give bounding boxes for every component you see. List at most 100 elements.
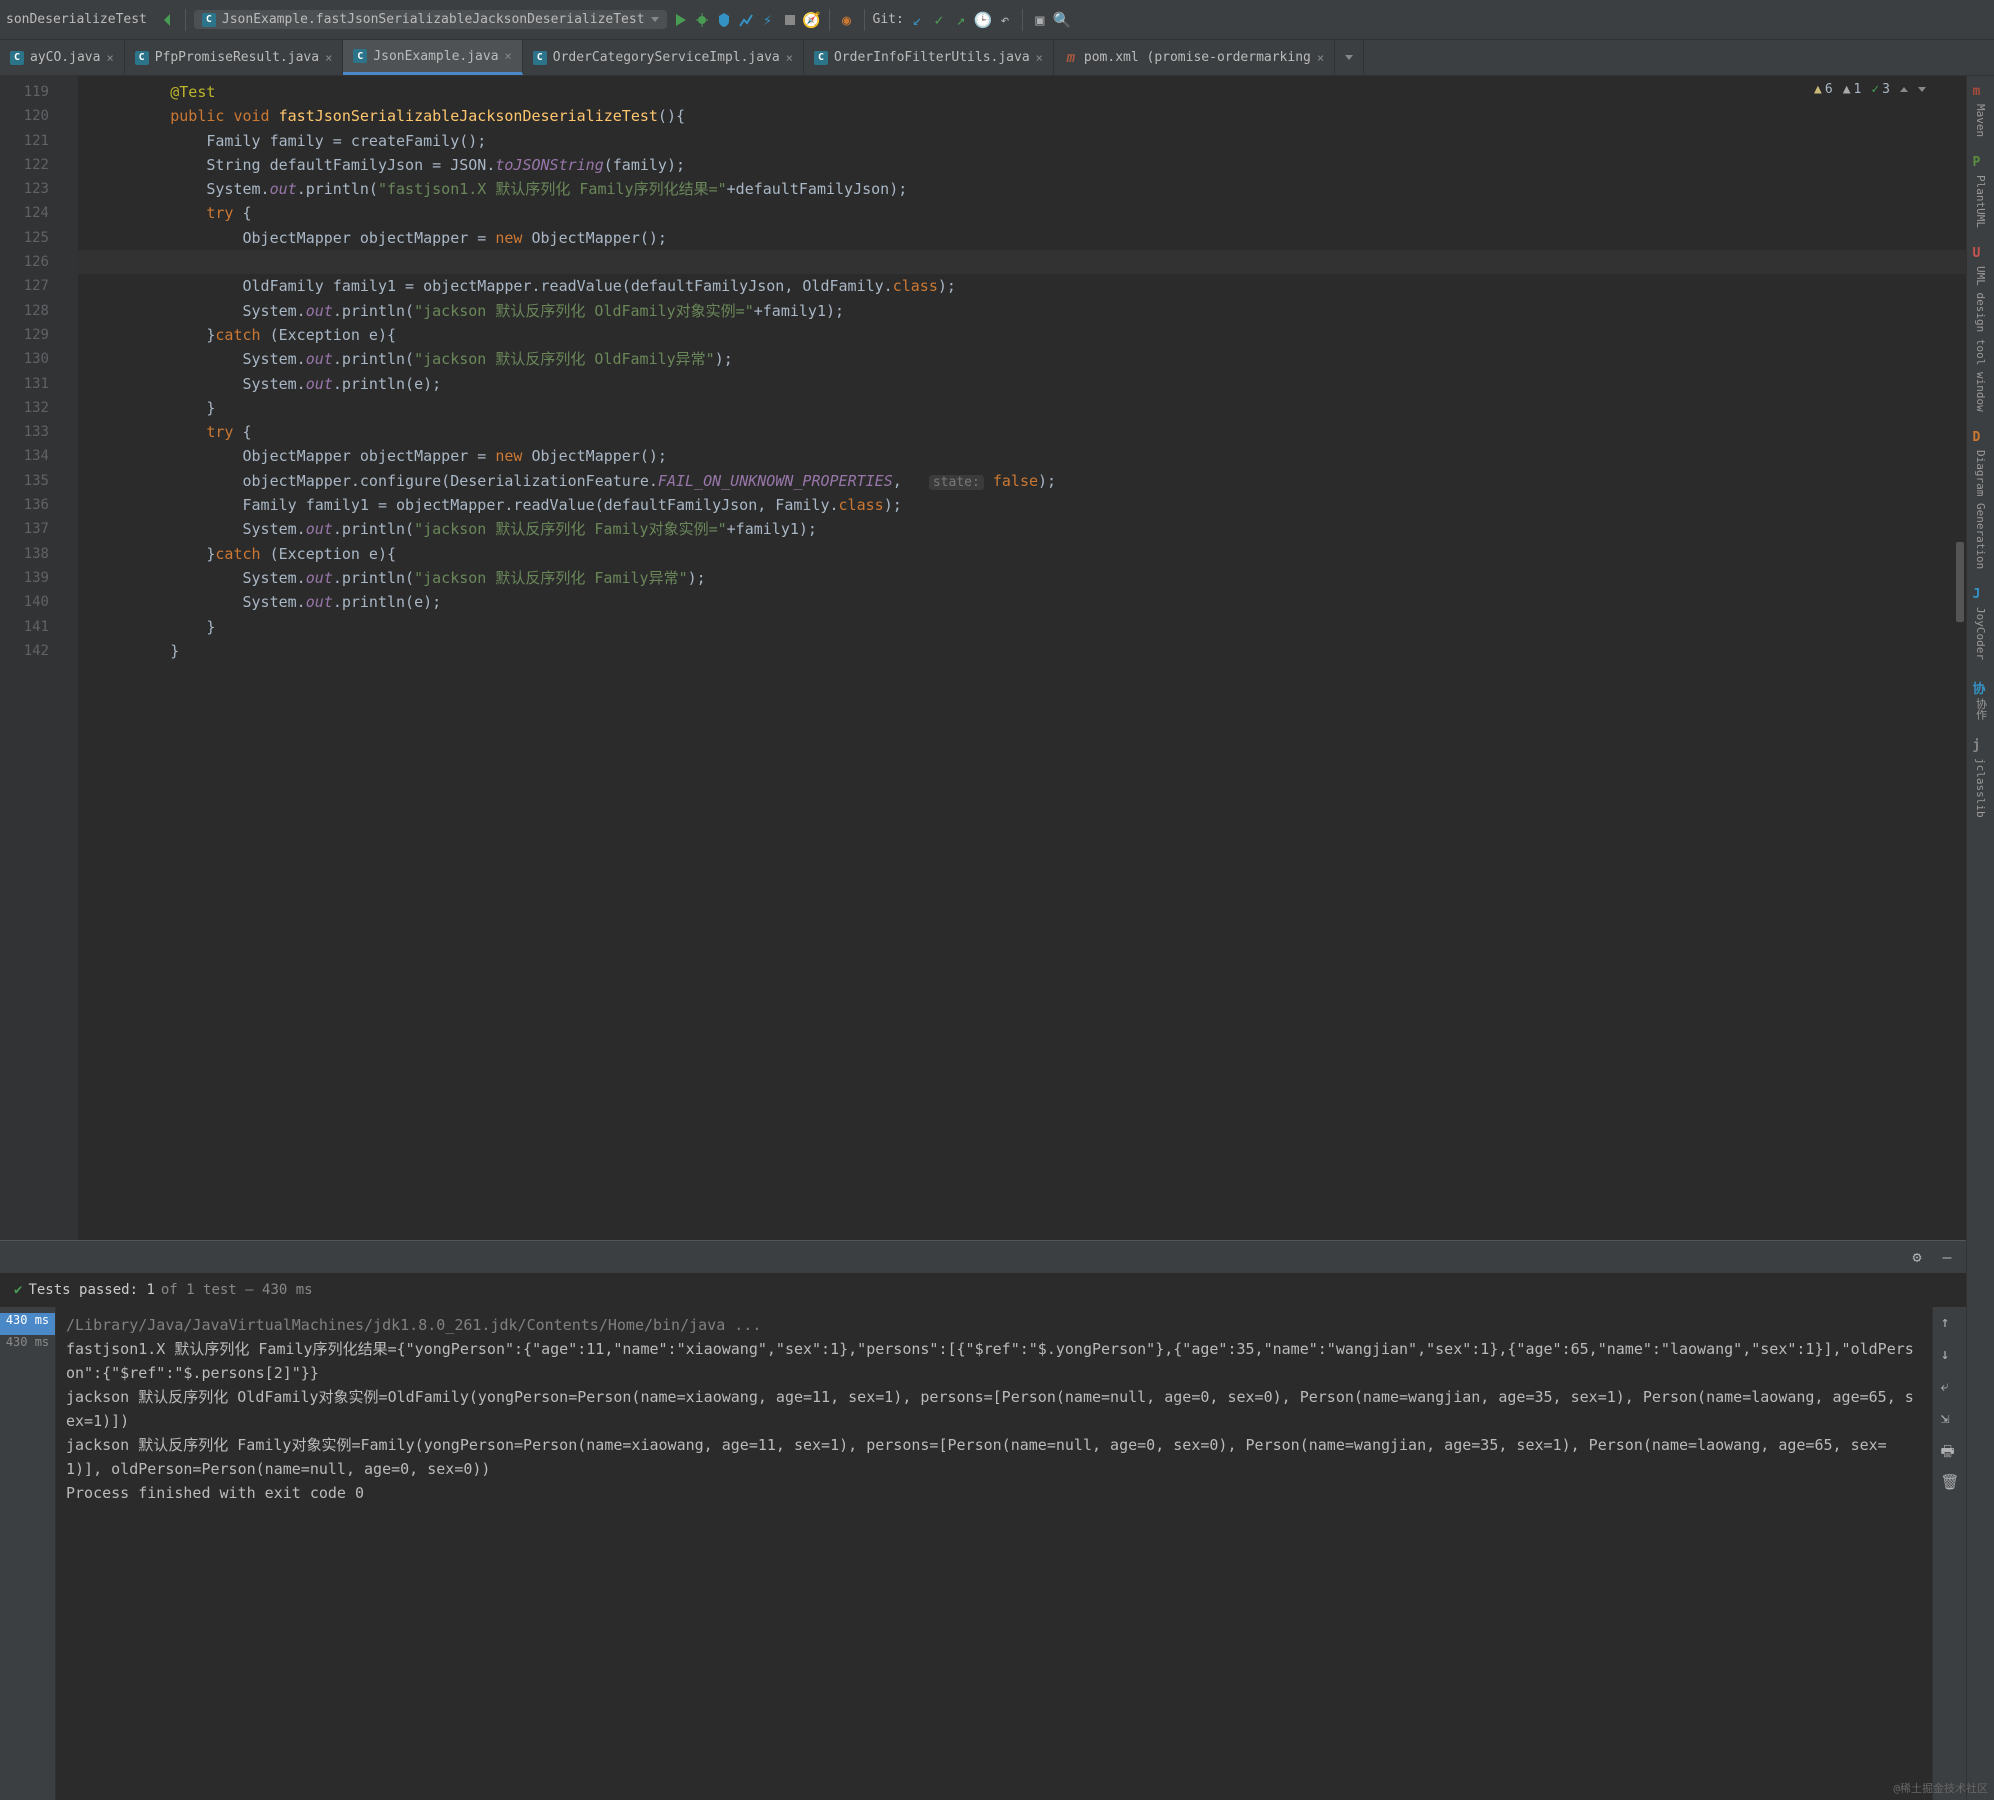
test-status-bar: ✔ Tests passed: 1 of 1 test – 430 ms <box>0 1273 1966 1307</box>
back-arrow-icon[interactable] <box>159 11 177 29</box>
code-line[interactable]: ObjectMapper objectMapper = new ObjectMa… <box>98 444 1966 468</box>
git-push-icon[interactable]: ↗ <box>952 11 970 29</box>
line-number: 119 <box>0 80 49 104</box>
tab-pfppromiseresult-java[interactable]: CPfpPromiseResult.java× <box>125 40 344 75</box>
code-line[interactable]: }catch (Exception e){ <box>98 542 1966 566</box>
attach-icon[interactable]: ⚡ <box>759 11 777 29</box>
tool-icon: D <box>1973 430 1989 446</box>
git-pull-icon[interactable]: ↙ <box>908 11 926 29</box>
code-line[interactable]: } <box>98 615 1966 639</box>
scroll-end-icon[interactable]: ⇲ <box>1941 1409 1959 1427</box>
clear-icon[interactable]: 🗑 <box>1941 1473 1959 1491</box>
close-icon[interactable]: × <box>786 51 793 65</box>
right-tool--[interactable]: 协协作 <box>1973 678 1989 720</box>
line-number: 134 <box>0 444 49 468</box>
right-tool-uml-design-tool-window[interactable]: UUML design tool window <box>1973 246 1989 412</box>
code-line[interactable]: try { <box>98 201 1966 225</box>
code-line[interactable]: OldFamily family1 = objectMapper.readVal… <box>98 274 1966 298</box>
warn-count: 6 <box>1825 82 1833 97</box>
run-configuration-selector[interactable]: C JsonExample.fastJsonSerializableJackso… <box>194 10 667 29</box>
tool-icon: m <box>1973 84 1989 100</box>
debug-icon[interactable] <box>693 11 711 29</box>
console-line: jackson 默认反序列化 OldFamily对象实例=OldFamily(y… <box>66 1385 1922 1433</box>
code-line[interactable]: } <box>98 639 1966 663</box>
down-icon[interactable]: ↓ <box>1941 1345 1959 1363</box>
code-line[interactable]: } <box>98 396 1966 420</box>
line-number: 142 <box>0 639 49 663</box>
coverage-icon[interactable] <box>715 11 733 29</box>
run-icon[interactable] <box>671 11 689 29</box>
settings-icon[interactable]: ⚙ <box>1908 1248 1926 1266</box>
code-line[interactable]: System.out.println("jackson 默认反序列化 OldFa… <box>98 299 1966 323</box>
tab-pom-xml-promise-ordermarking[interactable]: mpom.xml (promise-ordermarking× <box>1054 40 1335 75</box>
code-line[interactable]: public void fastJsonSerializableJacksonD… <box>98 104 1966 128</box>
tool-label: Maven <box>1974 104 1987 137</box>
close-icon[interactable]: × <box>1317 51 1324 65</box>
tab-ayco-java[interactable]: CayCO.java× <box>0 40 125 75</box>
minimize-icon[interactable]: — <box>1938 1248 1956 1266</box>
console-line: Process finished with exit code 0 <box>66 1481 1922 1505</box>
softwrap-icon[interactable]: ⤶ <box>1941 1377 1959 1395</box>
file-icon: C <box>533 51 547 65</box>
scrollbar-thumb[interactable] <box>1956 542 1964 622</box>
tabs-more[interactable] <box>1335 40 1364 75</box>
code-line[interactable]: System.out.println(e); <box>98 372 1966 396</box>
right-tool-diagram-generation[interactable]: DDiagram Generation <box>1973 430 1989 569</box>
line-number: 125 <box>0 226 49 250</box>
code-editor[interactable]: 1191201211221231241251261271281291301311… <box>0 76 1966 1240</box>
close-icon[interactable]: × <box>325 51 332 65</box>
tab-ordercategoryserviceimpl-java[interactable]: COrderCategoryServiceImpl.java× <box>523 40 804 75</box>
code-line[interactable]: Family family = createFamily(); <box>98 129 1966 153</box>
dropdown-icon <box>651 17 659 22</box>
compass-icon[interactable]: 🧭 <box>803 11 821 29</box>
close-icon[interactable]: × <box>505 49 512 63</box>
git-history-icon[interactable]: 🕒 <box>974 11 992 29</box>
layout-icon[interactable]: ▣ <box>1031 11 1049 29</box>
code-line[interactable]: String defaultFamilyJson = JSON.toJSONSt… <box>98 153 1966 177</box>
tool-icon: J <box>1973 587 1989 603</box>
tab-jsonexample-java[interactable]: CJsonExample.java× <box>343 40 522 75</box>
ai-icon[interactable]: ◉ <box>838 11 856 29</box>
code-line[interactable]: System.out.println(e); <box>98 590 1966 614</box>
line-number: 141 <box>0 615 49 639</box>
right-tool-jclasslib[interactable]: jjclasslib <box>1973 738 1989 818</box>
stop-icon[interactable] <box>781 11 799 29</box>
profile-icon[interactable] <box>737 11 755 29</box>
line-number: 139 <box>0 566 49 590</box>
line-number: 136 <box>0 493 49 517</box>
test-status-text: Tests passed: 1 <box>28 1282 154 1298</box>
code-line[interactable]: @Test <box>98 80 1966 104</box>
chevron-down-icon <box>1345 55 1353 60</box>
next-highlight-icon[interactable] <box>1918 87 1926 92</box>
git-rollback-icon[interactable]: ↶ <box>996 11 1014 29</box>
breadcrumb-method: sonDeserializeTest <box>6 12 147 27</box>
code-line[interactable]: System.out.println("jackson 默认反序列化 Famil… <box>98 566 1966 590</box>
up-icon[interactable]: ↑ <box>1941 1313 1959 1331</box>
code-line[interactable]: System.out.println("fastjson1.X 默认序列化 Fa… <box>98 177 1966 201</box>
line-number: 132 <box>0 396 49 420</box>
code-line[interactable]: }catch (Exception e){ <box>98 323 1966 347</box>
prev-highlight-icon[interactable] <box>1900 87 1908 92</box>
line-number: 128 <box>0 299 49 323</box>
close-icon[interactable]: × <box>1036 51 1043 65</box>
right-tool-plantuml[interactable]: PPlantUML <box>1973 155 1989 228</box>
search-icon[interactable]: 🔍 <box>1053 11 1071 29</box>
info-count: 1 <box>1854 82 1862 97</box>
print-icon[interactable]: 🖶 <box>1941 1441 1959 1459</box>
code-line[interactable]: System.out.println("jackson 默认反序列化 OldFa… <box>98 347 1966 371</box>
line-number: 122 <box>0 153 49 177</box>
close-icon[interactable]: × <box>106 51 113 65</box>
code-line[interactable]: objectMapper.configure(DeserializationFe… <box>98 469 1966 493</box>
code-line[interactable]: try { <box>98 420 1966 444</box>
code-line[interactable]: Family family1 = objectMapper.readValue(… <box>98 493 1966 517</box>
git-commit-icon[interactable]: ✓ <box>930 11 948 29</box>
console-output[interactable]: /Library/Java/JavaVirtualMachines/jdk1.8… <box>56 1307 1932 1800</box>
code-line[interactable]: System.out.println("jackson 默认反序列化 Famil… <box>98 517 1966 541</box>
right-tool-joycoder[interactable]: JJoyCoder <box>1973 587 1989 660</box>
code-line[interactable]: ObjectMapper objectMapper = new ObjectMa… <box>98 226 1966 250</box>
editor-tabs: CayCO.java×CPfpPromiseResult.java×CJsonE… <box>0 40 1994 76</box>
tab-label: PfpPromiseResult.java <box>155 50 319 65</box>
tab-orderinfofilterutils-java[interactable]: COrderInfoFilterUtils.java× <box>804 40 1054 75</box>
code-content[interactable]: @Test public void fastJsonSerializableJa… <box>78 76 1966 1240</box>
right-tool-maven[interactable]: m Maven <box>1973 84 1989 137</box>
